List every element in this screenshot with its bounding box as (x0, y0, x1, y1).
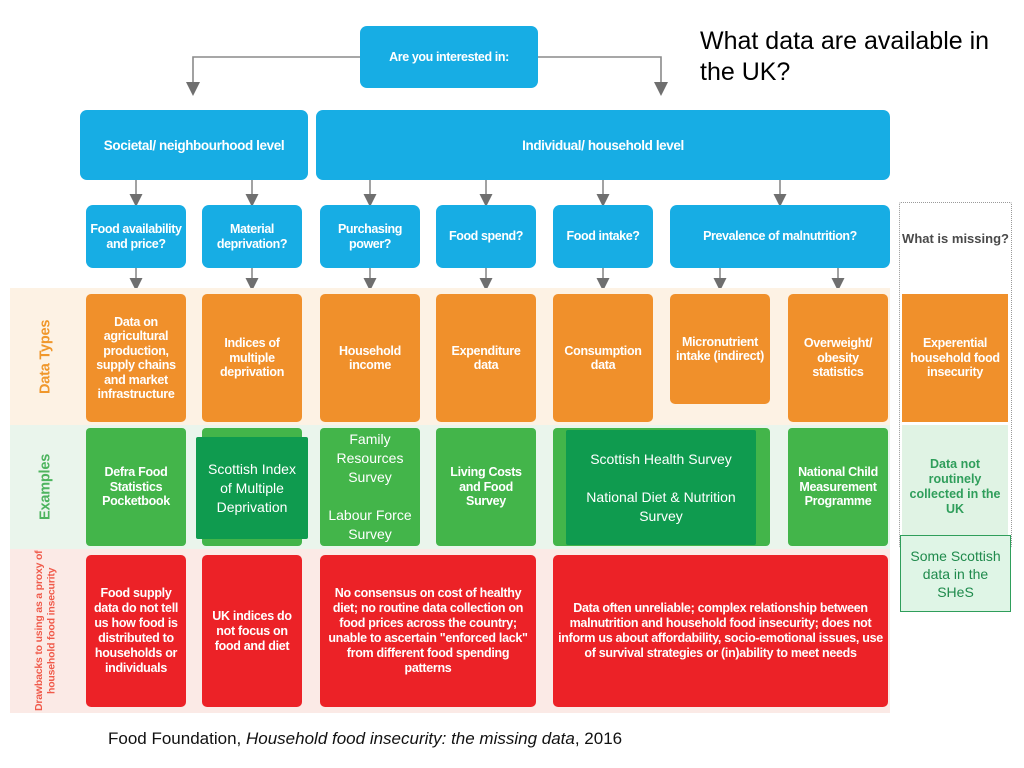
caption-year: , 2016 (574, 729, 623, 748)
example-cell-3[interactable]: Living Costs and Food Survey (436, 428, 536, 546)
row-label-drawbacks: Drawbacks to using as a proxy of househo… (33, 550, 58, 712)
drawback-cell-0[interactable]: Food supply data do not tell us how food… (86, 555, 186, 707)
drawback-cell-1[interactable]: UK indices do not focus on food and diet (202, 555, 302, 707)
data-type-cell-5[interactable]: Micronutrient intake (indirect) (670, 294, 770, 404)
drawback-cell-3[interactable]: Data often unreliable; complex relations… (553, 555, 888, 707)
shes-note-box[interactable]: Some Scottish data in the SHeS (900, 535, 1011, 612)
question-box-purchasing-power[interactable]: Purchasing power? (320, 205, 420, 268)
missing-column-header: What is missing? (902, 231, 1009, 246)
level-box-societal[interactable]: Societal/ neighbourhood level (80, 110, 308, 180)
row-label-data-types: Data Types (37, 319, 54, 394)
data-type-cell-3[interactable]: Expenditure data (436, 294, 536, 422)
data-type-cell-1[interactable]: Indices of multiple deprivation (202, 294, 302, 422)
example-cell-1[interactable]: Scottish Index of Multiple Deprivation (196, 437, 308, 539)
question-box-food-intake[interactable]: Food intake? (553, 205, 653, 268)
level-box-individual[interactable]: Individual/ household level (316, 110, 890, 180)
example-cell-4[interactable]: Scottish Health Survey National Diet & N… (566, 430, 756, 545)
example-cell-2[interactable]: Family Resources Survey Labour Force Sur… (320, 428, 420, 546)
question-box-food-availability[interactable]: Food availability and price? (86, 205, 186, 268)
question-box-prevalence-malnutrition[interactable]: Prevalence of malnutrition? (670, 205, 890, 268)
example-cell-0[interactable]: Defra Food Statistics Pocketbook (86, 428, 186, 546)
question-box-food-spend[interactable]: Food spend? (436, 205, 536, 268)
data-type-cell-6[interactable]: Overweight/ obesity statistics (788, 294, 888, 422)
data-type-cell-2[interactable]: Household income (320, 294, 420, 422)
data-type-cell-0[interactable]: Data on agricultural production, supply … (86, 294, 186, 422)
caption-source: Food Foundation, (108, 729, 242, 748)
missing-data-type-cell[interactable]: Experential household food insecurity (902, 294, 1008, 422)
drawback-cell-2[interactable]: No consensus on cost of healthy diet; no… (320, 555, 536, 707)
root-question-box[interactable]: Are you interested in: (360, 26, 538, 88)
source-caption: Food Foundation, Household food insecuri… (108, 729, 928, 749)
caption-work-title: Household food insecurity: the missing d… (246, 729, 575, 748)
question-box-material-deprivation[interactable]: Material deprivation? (202, 205, 302, 268)
example-cell-5[interactable]: National Child Measurement Programme (788, 428, 888, 546)
diagram-canvas: What data are available in the UK? Are y… (0, 0, 1024, 768)
row-label-examples: Examples (37, 453, 54, 521)
missing-example-cell[interactable]: Data not routinely collected in the UK (902, 425, 1008, 549)
data-type-cell-4[interactable]: Consumption data (553, 294, 653, 422)
